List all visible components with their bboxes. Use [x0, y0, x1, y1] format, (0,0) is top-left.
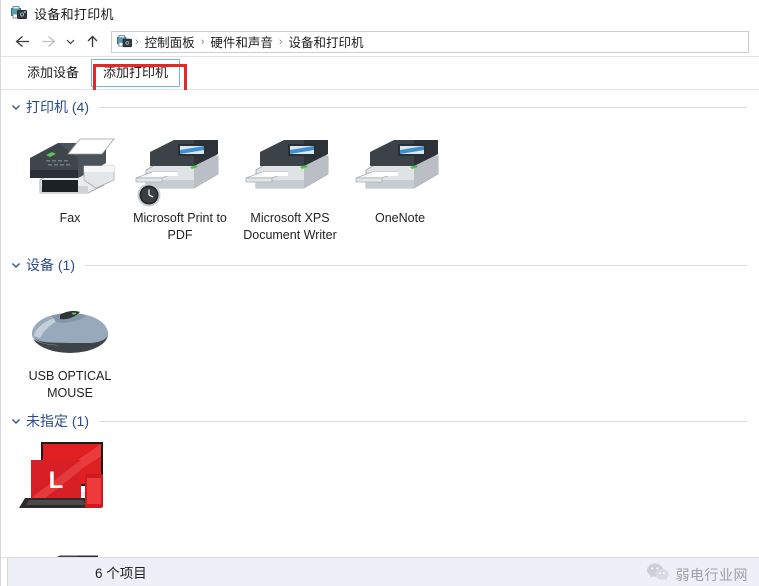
breadcrumb-devices-and-printers[interactable]: 设备和打印机	[284, 32, 369, 51]
device-tile-usb-optical-mouse[interactable]: USB OPTICAL MOUSE	[15, 276, 125, 402]
section-title-unspecified: 未指定 (1)	[26, 411, 89, 431]
chevron-down-icon[interactable]	[61, 30, 79, 54]
section-title-printers: 打印机 (4)	[26, 97, 89, 117]
device-label: Microsoft Print to PDF	[126, 210, 234, 244]
device-label: OneNote	[346, 210, 454, 227]
device-label: Microsoft XPS Document Writer	[236, 210, 344, 244]
title-bar: 设备和打印机	[1, 0, 759, 27]
status-bar-left-edge	[1, 558, 8, 586]
section-header-devices[interactable]: 设备 (1)	[1, 254, 759, 276]
device-tiles: USB OPTICAL MOUSE	[1, 276, 759, 402]
svg-text:L: L	[49, 467, 64, 494]
wechat-logo-icon	[646, 562, 670, 586]
section-divider	[85, 265, 747, 266]
status-bar: 6 个项目 弱电行业网	[1, 557, 759, 586]
device-tile-onenote[interactable]: OneNote	[345, 118, 455, 244]
printer-icon	[352, 126, 448, 202]
clock-badge-icon	[136, 182, 162, 208]
item-count-label: 6 个项目	[95, 562, 147, 582]
computer-mouse-icon	[22, 284, 118, 360]
watermark: 弱电行业网	[646, 562, 749, 586]
device-tile-microsoft-xps-document-writer[interactable]: Microsoft XPS Document Writer	[235, 118, 345, 244]
breadcrumb-devices-icon	[117, 35, 132, 49]
section-divider	[99, 421, 747, 422]
back-arrow-icon[interactable]	[9, 30, 35, 54]
section-devices: 设备 (1)	[1, 244, 759, 402]
section-unspecified: 未指定 (1)	[1, 402, 759, 524]
command-bar: 添加设备 添加打印机	[1, 57, 759, 90]
breadcrumb-control-panel[interactable]: 控制面板	[140, 32, 200, 51]
section-header-unspecified[interactable]: 未指定 (1)	[1, 410, 759, 432]
section-header-printers[interactable]: 打印机 (4)	[1, 96, 759, 118]
chevron-down-icon[interactable]	[9, 258, 23, 272]
section-printers: 打印机 (4)	[1, 90, 759, 244]
breadcrumb-hardware-and-sound[interactable]: 硬件和声音	[205, 32, 278, 51]
printer-tiles: Fax	[1, 118, 759, 244]
devices-and-printers-icon	[11, 6, 27, 21]
printer-icon	[242, 126, 338, 202]
device-tile-fax[interactable]: Fax	[15, 118, 125, 244]
navigation-bar: › 控制面板 › 硬件和声音 › 设备和打印机	[1, 27, 759, 57]
chevron-down-icon[interactable]	[9, 100, 23, 114]
watermark-text: 弱电行业网	[676, 565, 749, 585]
content-area: 打印机 (4)	[1, 90, 759, 583]
devices-and-printers-window: 设备和打印机	[0, 0, 759, 586]
chevron-down-icon[interactable]	[9, 414, 23, 428]
add-printer-button[interactable]: 添加打印机	[91, 59, 180, 87]
forward-arrow-icon	[35, 30, 61, 54]
add-device-button[interactable]: 添加设备	[15, 59, 91, 87]
device-label: USB OPTICAL MOUSE	[16, 368, 124, 402]
printer-icon	[132, 126, 228, 202]
section-divider	[99, 107, 747, 108]
window-title: 设备和打印机	[34, 4, 114, 23]
device-label: Fax	[16, 210, 124, 227]
device-tile-microsoft-print-to-pdf[interactable]: Microsoft Print to PDF	[125, 118, 235, 244]
unspecified-tiles: L	[1, 432, 759, 524]
section-title-devices: 设备 (1)	[26, 255, 75, 275]
fax-machine-icon	[22, 126, 118, 202]
address-bar[interactable]: › 控制面板 › 硬件和声音 › 设备和打印机	[111, 31, 749, 53]
up-arrow-icon[interactable]	[79, 30, 105, 54]
device-tile-unspecified[interactable]: L	[15, 432, 125, 524]
multi-device-red-icon: L	[15, 440, 125, 516]
